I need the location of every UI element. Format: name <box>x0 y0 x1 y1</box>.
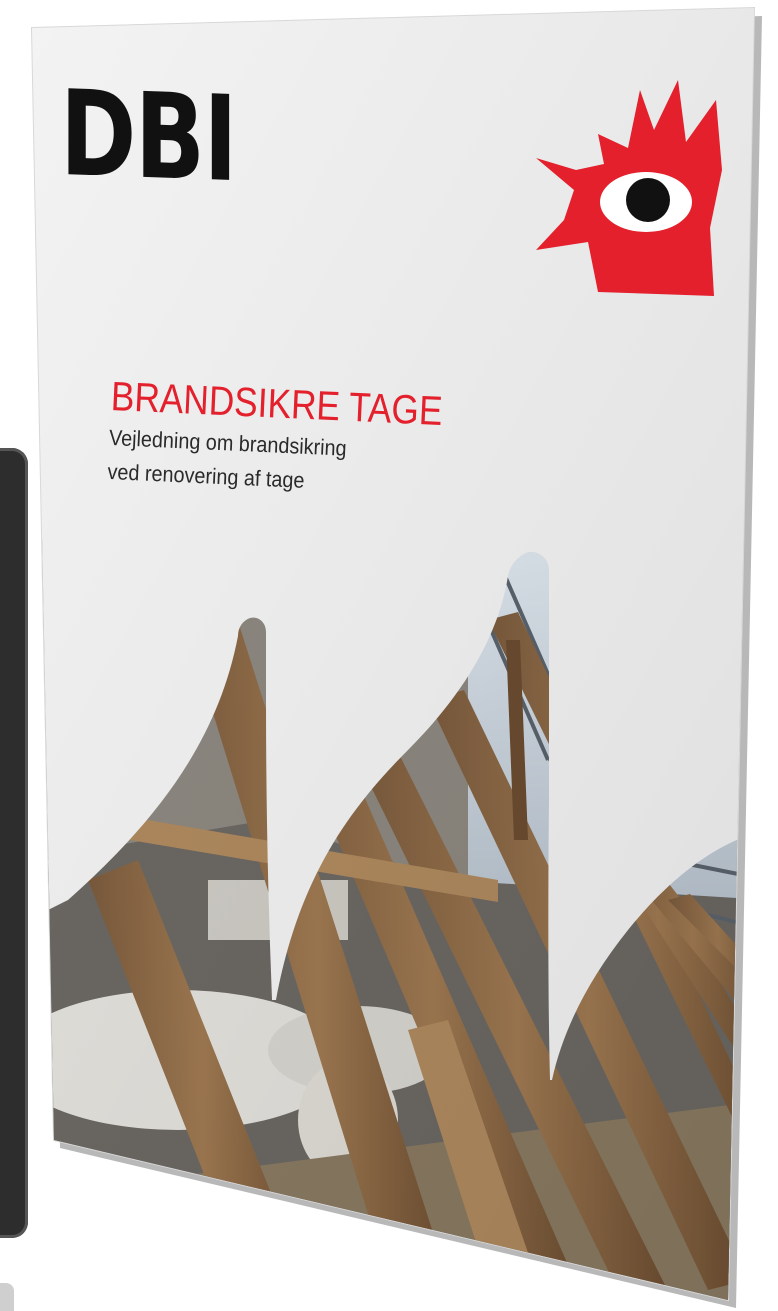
title-block: BRANDSIKRE TAGE Vejledning om brandsikri… <box>107 373 498 504</box>
dbi-logo-text: DBI <box>60 64 237 209</box>
brochure-stage: DBI BRANDSIKRE TAGE Vejledning om brands… <box>0 0 778 1311</box>
brochure-cover: DBI BRANDSIKRE TAGE Vejledning om brands… <box>28 0 768 1311</box>
background-panel <box>0 448 28 1238</box>
background-panel-foot <box>0 1283 14 1311</box>
